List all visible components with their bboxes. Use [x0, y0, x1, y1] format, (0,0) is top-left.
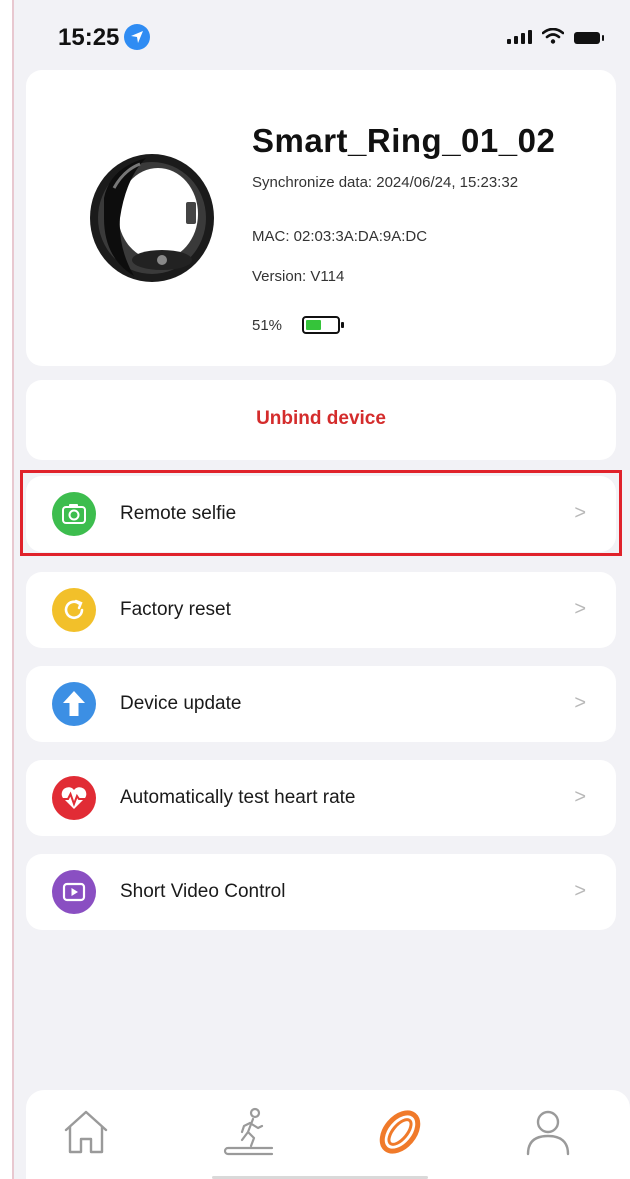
exercise-icon [223, 1107, 274, 1156]
mac-address: MAC: 02:03:3A:DA:9A:DC [252, 228, 428, 245]
heart-rate-icon [52, 776, 96, 820]
reset-icon [52, 588, 96, 632]
firmware-version: Version: V114 [252, 268, 345, 285]
battery-percent: 51% [252, 316, 283, 334]
chevron-right-icon: > [574, 598, 586, 620]
battery-icon [302, 316, 345, 334]
menu-item-device-update[interactable]: Device update > [26, 666, 616, 742]
video-play-icon [52, 870, 96, 914]
tab-bar [26, 1090, 630, 1179]
menu-item-label: Automatically test heart rate [120, 787, 356, 808]
location-arrow-icon [124, 24, 150, 50]
wifi-icon [542, 28, 564, 44]
chevron-right-icon: > [574, 502, 586, 524]
tab-profile[interactable] [518, 1102, 578, 1162]
device-card: Smart_Ring_01_02 Synchronize data: 2024/… [26, 70, 616, 366]
upload-arrow-icon [52, 682, 96, 726]
battery-level-fill [306, 320, 322, 330]
menu-item-short-video-control[interactable]: Short Video Control > [26, 854, 616, 930]
profile-icon [526, 1110, 570, 1156]
left-edge [0, 0, 14, 1179]
unbind-device-button[interactable]: Unbind device [26, 408, 616, 430]
sync-time: Synchronize data: 2024/06/24, 15:23:32 [252, 174, 519, 191]
menu-item-heart-rate[interactable]: Automatically test heart rate > [26, 760, 616, 836]
chevron-right-icon: > [574, 786, 586, 808]
signal-icon [507, 30, 532, 44]
ring-icon [379, 1110, 421, 1154]
menu-item-label: Factory reset [120, 599, 231, 620]
menu-item-label: Remote selfie [120, 503, 237, 524]
status-icons [507, 28, 604, 44]
smart-ring-image [74, 148, 224, 288]
menu-item-label: Short Video Control [120, 881, 286, 902]
device-name: Smart_Ring_01_02 [252, 122, 556, 159]
menu-item-remote-selfie[interactable]: Remote selfie > [26, 476, 616, 552]
home-icon [64, 1110, 108, 1154]
camera-icon [52, 492, 96, 536]
chevron-right-icon: > [574, 880, 586, 902]
unbind-card[interactable]: Unbind device [26, 380, 616, 460]
chevron-right-icon: > [574, 692, 586, 714]
status-battery-icon [574, 32, 604, 44]
menu-item-label: Device update [120, 693, 242, 714]
menu-item-factory-reset[interactable]: Factory reset > [26, 572, 616, 648]
tab-home[interactable] [56, 1102, 116, 1162]
battery-row: 51% [252, 316, 345, 334]
status-bar: 15:25 [12, 0, 630, 70]
tab-device[interactable] [370, 1102, 430, 1162]
tab-exercise[interactable] [220, 1102, 280, 1162]
status-time: 15:25 [58, 24, 120, 51]
